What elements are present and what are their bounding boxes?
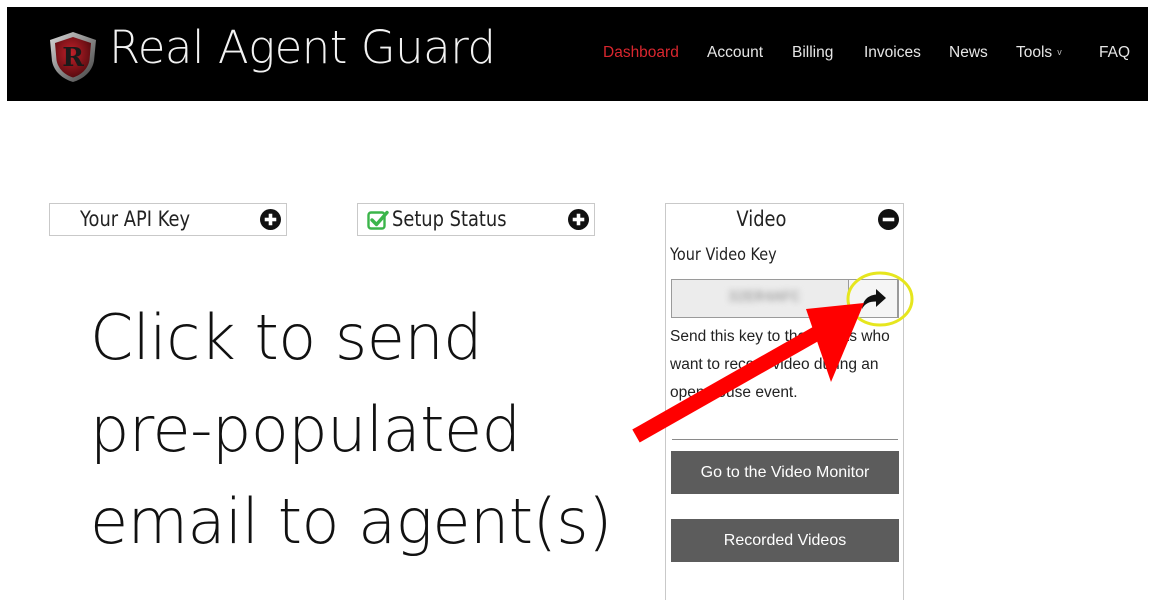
page: R Real Agent Guard Dashboard Account Bil…: [0, 0, 1154, 600]
share-arrow-icon: [862, 289, 886, 309]
video-title-text: Video: [735, 207, 787, 231]
nav-tools[interactable]: Tools v: [1016, 44, 1062, 62]
nav-account[interactable]: Account: [707, 44, 763, 62]
annotation-line-3: email to agent(s): [90, 485, 612, 558]
svg-text:R: R: [62, 43, 84, 73]
setup-status-title: Setup Status: [392, 207, 507, 231]
recorded-videos-button[interactable]: Recorded Videos: [671, 519, 899, 562]
nav-faq[interactable]: FAQ: [1099, 44, 1130, 62]
nav-invoices[interactable]: Invoices: [864, 44, 921, 62]
annotation-line-2: pre-populated: [90, 393, 521, 466]
nav-tools-label: Tools: [1016, 44, 1053, 61]
video-key-field[interactable]: 32ER4AFC: [671, 279, 899, 318]
share-key-button[interactable]: [848, 279, 898, 318]
setup-status-panel[interactable]: Setup Status: [357, 203, 595, 236]
brand-title: Real Agent Guard: [109, 21, 496, 74]
shield-logo-icon[interactable]: R: [47, 31, 99, 83]
plus-circle-icon[interactable]: [568, 209, 589, 230]
api-key-panel[interactable]: Your API Key: [49, 203, 287, 236]
video-monitor-button[interactable]: Go to the Video Monitor: [671, 451, 899, 494]
check-square-icon: [367, 210, 389, 230]
video-key-value: 32ER4AFC: [728, 289, 801, 306]
annotation-callout: Click to send pre-populated email to age…: [90, 292, 612, 568]
nav-billing[interactable]: Billing: [792, 44, 833, 62]
minus-circle-icon[interactable]: [878, 209, 899, 230]
api-key-title: Your API Key: [80, 207, 191, 231]
divider: [672, 439, 898, 440]
video-key-label: Your Video Key: [670, 245, 777, 265]
plus-circle-icon[interactable]: [260, 209, 281, 230]
annotation-line-1: Click to send: [90, 301, 482, 374]
nav-news[interactable]: News: [949, 44, 988, 62]
chevron-down-icon: v: [1057, 47, 1062, 57]
top-header: R Real Agent Guard Dashboard Account Bil…: [7, 7, 1148, 101]
video-panel: Video Your Video Key 32ER4AFC Send this …: [665, 203, 904, 600]
video-title: Video: [666, 207, 856, 231]
nav-dashboard[interactable]: Dashboard: [603, 44, 679, 62]
video-key-description: Send this key to the agents who want to …: [670, 328, 890, 401]
